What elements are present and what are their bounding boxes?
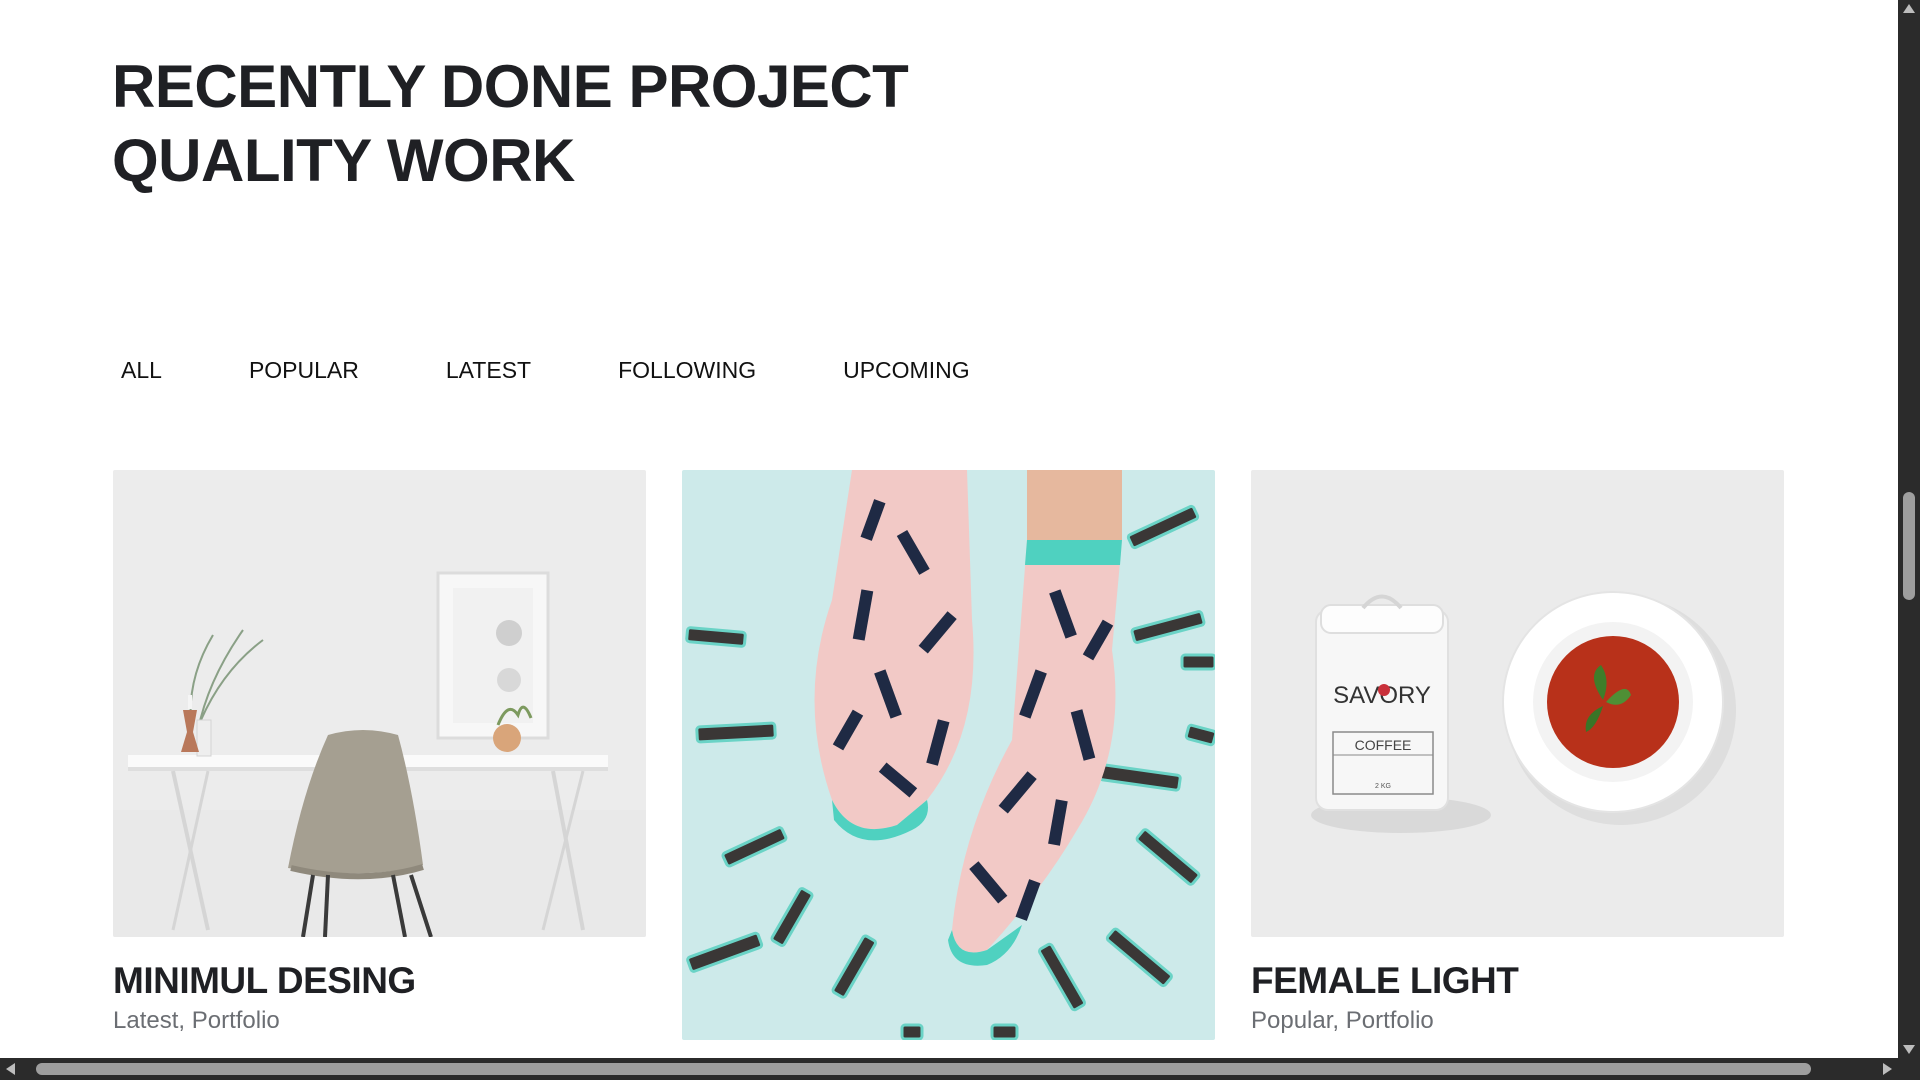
project-title[interactable]: FEMALE LIGHT	[1251, 961, 1784, 1001]
project-card-minimul-desing[interactable]: MINIMUL DESING Latest, Portfolio	[113, 470, 646, 1035]
scroll-right-arrow-icon[interactable]	[1883, 1063, 1892, 1075]
scroll-left-arrow-icon[interactable]	[6, 1063, 15, 1075]
scrollbar-corner	[1898, 1058, 1920, 1080]
scroll-down-arrow-icon[interactable]	[1903, 1045, 1915, 1054]
project-categories: Popular, Portfolio	[1251, 1007, 1434, 1034]
section-heading: RECENTLY DONE PROJECT QUALITY WORK	[112, 50, 909, 198]
project-title[interactable]: MINIMUL DESING	[113, 961, 646, 1001]
canister-label-text: COFFEE	[1355, 737, 1412, 753]
vertical-scroll-thumb[interactable]	[1903, 492, 1915, 600]
heading-line-2: QUALITY WORK	[112, 127, 575, 194]
filter-tab-latest[interactable]: LATEST	[437, 352, 540, 388]
filter-tab-following[interactable]: FOLLOWING	[609, 352, 765, 388]
filter-tab-upcoming[interactable]: UPCOMING	[834, 352, 979, 388]
heading-line-1: RECENTLY DONE PROJECT	[112, 53, 909, 120]
portfolio-page: RECENTLY DONE PROJECT QUALITY WORK ALL P…	[0, 0, 1898, 1058]
filter-tab-popular[interactable]: POPULAR	[240, 352, 368, 388]
filter-tab-all[interactable]: ALL	[112, 352, 171, 388]
scroll-up-arrow-icon[interactable]	[1903, 4, 1915, 13]
horizontal-scroll-thumb[interactable]	[36, 1063, 1811, 1075]
project-card-female-light[interactable]: SAVORY COFFEE 2 KG FEMALE LIGHT Popular,…	[1251, 470, 1784, 1035]
project-categories: Latest, Portfolio	[113, 1007, 280, 1034]
horizontal-scrollbar[interactable]	[0, 1058, 1898, 1080]
project-image-savory-coffee[interactable]: SAVORY COFFEE 2 KG	[1251, 470, 1784, 937]
portfolio-filter-tabs: ALL POPULAR LATEST FOLLOWING UPCOMING	[112, 352, 979, 388]
vertical-scrollbar[interactable]	[1898, 0, 1920, 1058]
project-image-patterned-socks[interactable]	[682, 470, 1215, 1040]
canister-weight-text: 2 KG	[1375, 783, 1391, 790]
project-image-desk-chair[interactable]	[113, 470, 646, 937]
project-card-socks[interactable]	[682, 470, 1215, 1040]
